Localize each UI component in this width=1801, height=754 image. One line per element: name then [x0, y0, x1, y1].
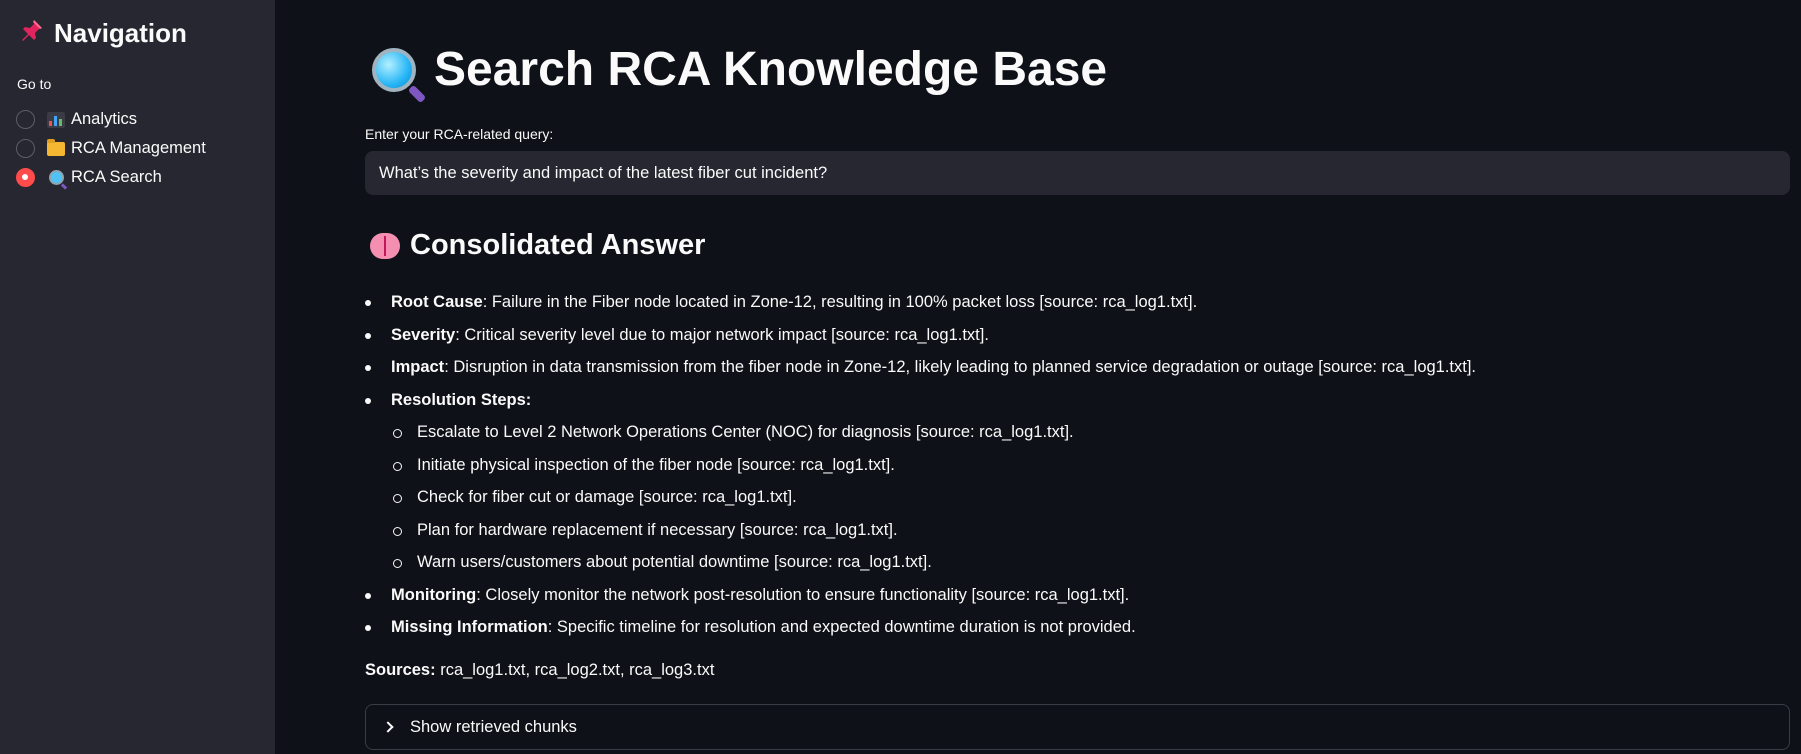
expander-label: Show retrieved chunks — [410, 717, 577, 736]
retrieved-chunks-expander[interactable]: Show retrieved chunks — [365, 704, 1790, 750]
answer-item-key: Impact — [391, 358, 445, 376]
magnifier-icon — [372, 47, 416, 92]
radio-option-analytics[interactable]: Analytics — [16, 105, 206, 134]
navigation-radio-group: Analytics RCA Management RCA Search — [16, 105, 206, 192]
sidebar: Navigation Go to Analytics RCA Managemen… — [0, 0, 275, 754]
sources-line: Sources: rca_log1.txt, rca_log2.txt, rca… — [365, 661, 714, 680]
answer-item-missing-information: Missing Information: Specific timeline f… — [365, 611, 1476, 644]
radio-option-rca-management[interactable]: RCA Management — [16, 134, 206, 163]
resolution-step: Plan for hardware replacement if necessa… — [365, 514, 1476, 547]
answer-item-key: Missing Information — [391, 618, 548, 636]
answer-heading: Consolidated Answer — [370, 229, 705, 262]
radio-group-label: Go to — [17, 76, 52, 92]
resolution-steps-container: Escalate to Level 2 Network Operations C… — [365, 416, 1476, 579]
answer-item-key: Severity — [391, 325, 456, 344]
page-title-text: Search RCA Knowledge Base — [434, 43, 1108, 96]
answer-list: Root Cause: Failure in the Fiber node lo… — [365, 286, 1476, 644]
sources-value: rca_log1.txt, rca_log2.txt, rca_log3.txt — [435, 661, 715, 679]
sidebar-title-text: Navigation — [54, 18, 187, 48]
chevron-right-icon — [382, 721, 394, 733]
sidebar-title: Navigation — [20, 18, 187, 49]
resolution-step: Check for fiber cut or damage [source: r… — [365, 481, 1476, 514]
bar-chart-icon — [45, 111, 67, 128]
answer-item-text: : Specific timeline for resolution and e… — [547, 618, 1136, 636]
answer-item-text: : Disruption in data transmission from t… — [444, 358, 1477, 376]
answer-item-key: Root Cause — [391, 293, 483, 311]
radio-button[interactable] — [16, 139, 35, 158]
query-input[interactable] — [365, 151, 1790, 195]
answer-item-key: Resolution Steps — [391, 390, 526, 409]
answer-item-severity: Severity: Critical severity level due to… — [365, 319, 1476, 352]
answer-item-impact: Impact: Disruption in data transmission … — [365, 351, 1476, 384]
radio-option-rca-search[interactable]: RCA Search — [16, 163, 206, 192]
answer-item-key-colon: : — [525, 390, 532, 409]
answer-item-text: : Critical severity level due to major n… — [455, 325, 989, 344]
query-label: Enter your RCA-related query: — [365, 126, 554, 142]
radio-option-label: RCA Search — [71, 168, 162, 186]
radio-option-label: RCA Management — [71, 139, 206, 157]
answer-item-key: Monitoring — [391, 585, 477, 604]
page-title: Search RCA Knowledge Base — [372, 42, 1107, 97]
magnifier-icon — [45, 170, 67, 185]
answer-item-root-cause: Root Cause: Failure in the Fiber node lo… — [365, 286, 1476, 319]
pushpin-icon — [20, 18, 44, 49]
brain-icon — [370, 232, 400, 259]
resolution-step: Initiate physical inspection of the fibe… — [365, 449, 1476, 482]
folder-icon — [45, 138, 67, 156]
answer-item-text: : Failure in the Fiber node located in Z… — [482, 293, 1198, 311]
sources-label: Sources: — [365, 661, 436, 679]
resolution-step: Warn users/customers about potential dow… — [365, 546, 1476, 579]
radio-button-selected[interactable] — [16, 168, 35, 187]
radio-button[interactable] — [16, 110, 35, 129]
answer-item-resolution: Resolution Steps: — [365, 384, 1476, 417]
answer-item-monitoring: Monitoring: Closely monitor the network … — [365, 579, 1476, 612]
answer-item-text: : Closely monitor the network post-resol… — [476, 585, 1130, 604]
answer-heading-text: Consolidated Answer — [410, 229, 706, 261]
resolution-step: Escalate to Level 2 Network Operations C… — [365, 416, 1476, 449]
resolution-steps-list: Escalate to Level 2 Network Operations C… — [365, 416, 1476, 579]
radio-option-label: Analytics — [71, 110, 138, 128]
